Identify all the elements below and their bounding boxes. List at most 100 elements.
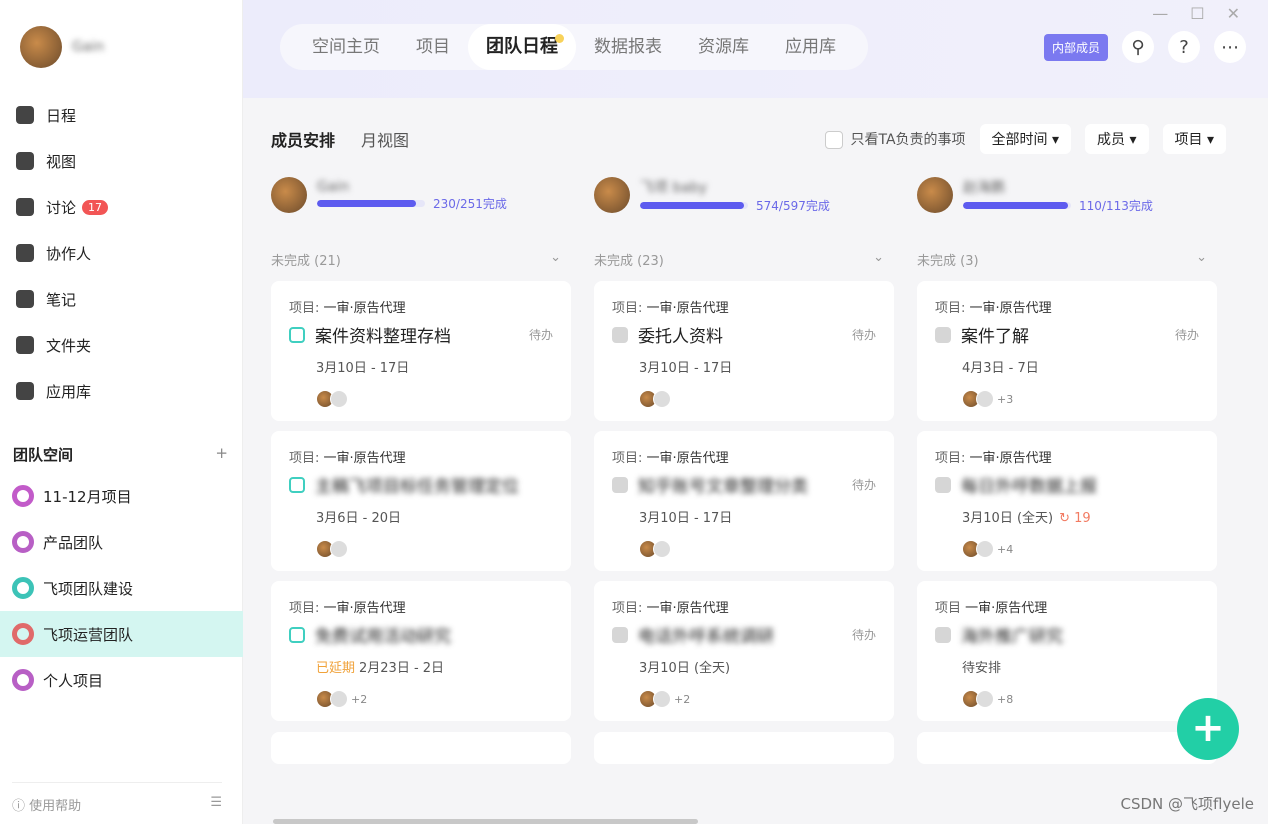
tab-member-schedule[interactable]: 成员安排 [271,127,335,151]
sidebar-item-label: 文件夹 [46,336,92,355]
tab[interactable]: 数据报表 [576,24,680,70]
project-name: 一审·原告代理 [646,301,729,316]
sidebar-item[interactable]: 文件夹 [0,322,243,368]
sidebar-item[interactable]: 笔记 [0,276,243,322]
more-icon[interactable]: ⋯ [1214,31,1246,63]
team-item[interactable]: 飞项团队建设 [0,565,243,611]
sidebar-item[interactable]: 应用库 [0,368,243,414]
task-card[interactable]: 项目: 一审·原告代理 免费试用活动研究 已延期 2月23日 - 2日 +2 [271,581,571,721]
task-title: 知乎账号文章整理分类 [638,477,808,497]
sidebar-item-label: 笔记 [46,290,77,309]
member-badge[interactable]: 内部成员 [1043,33,1108,61]
task-checkbox[interactable] [935,326,951,343]
progress-bar [963,201,1071,209]
team-item[interactable]: 产品团队 [0,519,243,565]
task-card[interactable]: 项目: 一审·原告代理 电话外呼系统调研 待办 3月10日 (全天) +2 [594,581,894,721]
help-icon[interactable]: ? [1168,31,1200,63]
task-checkbox[interactable] [289,476,305,493]
assignees: +2 [316,690,553,708]
watermark: CSDN @飞项flyele [1120,795,1254,813]
project-name: 一审·原告代理 [323,601,406,616]
sidebar-item-label: 应用库 [46,382,92,401]
tab-month-view[interactable]: 月视图 [361,127,409,151]
project-filter-label: 项目 [1174,132,1203,148]
team-item[interactable]: 11-12月项目 [0,473,243,519]
filters: 只看TA负责的事项 全部时间 ▾ 成员 ▾ 项目 ▾ [824,124,1226,154]
project-name: 一审·原告代理 [965,601,1048,616]
team-label: 飞项运营团队 [43,625,134,644]
help-label: 使用帮助 [29,799,82,814]
team-item[interactable]: 个人项目 [0,657,243,703]
member-filter[interactable]: 成员 ▾ [1085,124,1149,154]
group-header[interactable]: 未完成 (21) ⌄ [271,250,561,269]
group-header[interactable]: 未完成 (23) ⌄ [594,250,884,269]
progress-text: 230/251完成 [433,196,507,211]
tab[interactable]: 团队日程 [468,24,576,70]
menu-icon[interactable]: ☰ [210,795,222,814]
project-name: 一审·原告代理 [646,601,729,616]
task-date: 3月10日 (全天) [962,511,1054,526]
task-checkbox[interactable] [612,476,628,493]
task-checkbox[interactable] [289,326,305,343]
add-team-button[interactable]: + [215,444,228,465]
user-name: Gain [72,39,105,55]
task-checkbox[interactable] [612,326,628,343]
project-filter[interactable]: 项目 ▾ [1162,124,1226,154]
help-link[interactable]: ⓘ 使用帮助 [12,795,81,814]
close-icon[interactable]: ✕ [1227,4,1240,23]
task-card[interactable] [594,732,894,764]
task-card[interactable] [271,732,571,764]
avatar [976,540,994,558]
team-space-header: 团队空间 + [13,444,228,465]
folder-icon [16,336,34,354]
project-label: 项目: [612,301,643,316]
add-task-button[interactable]: + [1177,698,1239,760]
member-avatar [271,177,307,213]
overdue-tag: 已延期 [316,661,356,676]
member-column: Gain 230/251完成 未完成 (21) ⌄ 项目: 一审·原告代理 案件资… [271,176,571,764]
sidebar-item[interactable]: 视图 [0,138,243,184]
task-checkbox[interactable] [289,626,305,643]
task-date: 3月10日 - 17日 [639,511,733,526]
sidebar-item[interactable]: 讨论 17 [0,184,243,230]
assignees [639,390,876,408]
tab[interactable]: 资源库 [680,24,767,70]
tab[interactable]: 空间主页 [294,24,398,70]
task-card[interactable]: 项目: 一审·原告代理 每日外呼数据上报 3月10日 (全天) ↻ 19 +4 [917,431,1217,571]
team-item[interactable]: 飞项运营团队 [0,611,243,657]
project-label: 项目: [612,601,643,616]
task-card[interactable]: 项目: 一审·原告代理 委托人资料 待办 3月10日 - 17日 [594,281,894,421]
search-icon[interactable]: ⚲ [1122,31,1154,63]
horizontal-scrollbar[interactable] [273,819,698,824]
task-card[interactable]: 项目: 一审·原告代理 知乎账号文章整理分类 待办 3月10日 - 17日 [594,431,894,571]
assignees: +4 [962,540,1199,558]
tab[interactable]: 应用库 [767,24,854,70]
tab[interactable]: 项目 [398,24,468,70]
project-label: 项目: [289,601,320,616]
task-checkbox[interactable] [935,626,951,643]
task-card[interactable]: 项目: 一审·原告代理 案件资料整理存档 待办 3月10日 - 17日 [271,281,571,421]
avatar [330,690,348,708]
project-name: 一审·原告代理 [323,301,406,316]
time-filter[interactable]: 全部时间 ▾ [979,124,1072,154]
task-title: 案件了解 [961,327,1029,347]
minimize-icon[interactable]: — [1152,4,1168,23]
task-card[interactable] [917,732,1217,764]
avatar [330,540,348,558]
people-icon [16,244,34,262]
more-assignees: +2 [671,692,694,706]
more-assignees: +3 [994,392,1017,406]
task-card[interactable]: 项目: 一审·原告代理 案件了解 待办 4月3日 - 7日 +3 [917,281,1217,421]
maximize-icon[interactable]: ☐ [1190,4,1204,23]
task-card[interactable]: 项目 一审·原告代理 海外推广研究 待安排 +8 [917,581,1217,721]
task-card[interactable]: 项目: 一审·原告代理 主稿飞项目标任务管理定位 3月6日 - 20日 [271,431,571,571]
task-checkbox[interactable] [935,476,951,493]
only-mine-checkbox[interactable]: 只看TA负责的事项 [824,129,966,149]
assignees [316,390,553,408]
sidebar-item[interactable]: 日程 [0,92,243,138]
sidebar-item[interactable]: 协作人 [0,230,243,276]
avatar [653,690,671,708]
task-checkbox[interactable] [612,626,628,643]
user-profile[interactable]: Gain [20,26,104,68]
group-header[interactable]: 未完成 (3) ⌄ [917,250,1207,269]
